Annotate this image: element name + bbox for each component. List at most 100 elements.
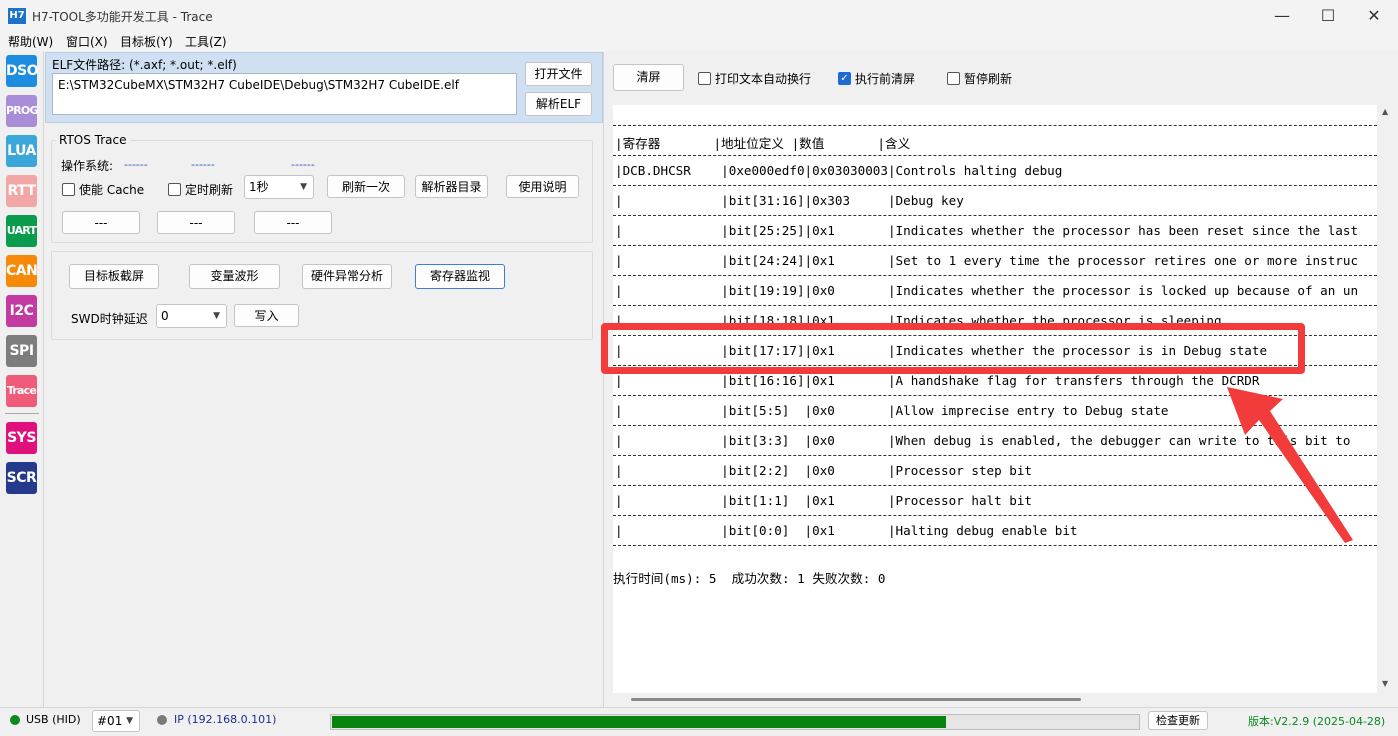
clear-screen-button[interactable]: 清屏 — [613, 64, 684, 91]
swd-delay-select[interactable]: 0 ▼ — [156, 304, 227, 328]
menu-window[interactable]: 窗口(X) — [66, 33, 108, 50]
horizontal-scrollbar[interactable] — [613, 693, 1377, 707]
highlight-annotation-box — [601, 323, 1305, 374]
window-title: H7-TOOL多功能开发工具 - Trace — [32, 10, 213, 24]
device-select[interactable]: #01 ▼ — [92, 710, 140, 732]
table-row: |DCB.DHCSR |0xe000edf0|0x03030003|Contro… — [615, 163, 1063, 178]
table-separator — [613, 215, 1377, 216]
table-row: | |bit[0:0] |0x1 |Halting debug enable b… — [615, 523, 1078, 538]
progress-bar — [330, 714, 1140, 730]
tool-prog[interactable]: PROG — [6, 95, 39, 127]
pause-refresh-label: 暂停刷新 — [964, 72, 1013, 86]
table-separator — [613, 275, 1377, 276]
menu-help[interactable]: 帮助(W) — [8, 33, 53, 50]
ip-status-dot — [157, 715, 167, 725]
minimize-button[interactable]: — — [1259, 0, 1305, 31]
os-value-3: ------ — [291, 158, 315, 171]
rtos-placeholder-button-1[interactable]: --- — [62, 211, 140, 234]
table-separator — [613, 125, 1377, 126]
scroll-down-icon[interactable]: ▼ — [1382, 679, 1388, 688]
device-value: #01 — [97, 714, 123, 728]
refresh-once-button[interactable]: 刷新一次 — [327, 175, 405, 198]
os-label: 操作系统: — [61, 159, 114, 173]
maximize-button[interactable]: ☐ — [1305, 0, 1351, 31]
checkbox-box — [62, 183, 75, 196]
parser-dir-button[interactable]: 解析器目录 — [415, 175, 488, 198]
timed-refresh-label: 定时刷新 — [185, 183, 234, 197]
chevron-down-icon: ▼ — [213, 311, 220, 321]
tool-divider — [5, 413, 39, 414]
version-label: 版本:V2.2.9 (2025-04-28) — [1248, 715, 1386, 728]
auto-wrap-label: 打印文本自动换行 — [715, 72, 812, 86]
title-bar: H7 H7-TOOL多功能开发工具 - Trace — ☐ ✕ — [0, 0, 1398, 31]
clear-before-exec-checkbox[interactable]: ✓ 执行前清屏 — [838, 70, 915, 87]
table-separator — [613, 245, 1377, 246]
table-header: |寄存器 |地址位定义 |数值 |含义 — [615, 136, 911, 151]
scrollbar-thumb[interactable] — [631, 698, 1081, 701]
write-button[interactable]: 写入 — [234, 304, 299, 327]
chevron-down-icon: ▼ — [300, 182, 307, 192]
variable-waveform-button[interactable]: 变量波形 — [189, 264, 280, 289]
enable-cache-label: 使能 Cache — [79, 183, 145, 197]
auto-wrap-checkbox[interactable]: 打印文本自动换行 — [698, 70, 811, 87]
table-separator — [613, 305, 1377, 306]
vertical-scrollbar[interactable]: ▲ ▼ — [1377, 105, 1398, 693]
tool-uart[interactable]: UART — [6, 215, 37, 247]
check-icon: ✓ — [838, 72, 851, 85]
tool-scr[interactable]: SCR — [6, 462, 37, 494]
table-row: | |bit[1:1] |0x1 |Processor halt bit — [615, 493, 1033, 508]
annotation-arrow-icon — [1227, 387, 1353, 543]
table-separator — [613, 185, 1377, 186]
check-update-button[interactable]: 检查更新 — [1148, 711, 1208, 730]
rtos-placeholder-button-2[interactable]: --- — [157, 211, 235, 234]
target-screenshot-button[interactable]: 目标板截屏 — [69, 264, 159, 289]
checkbox-box — [698, 72, 711, 85]
hardfault-analysis-button[interactable]: 硬件异常分析 — [302, 264, 392, 289]
table-separator — [613, 545, 1377, 546]
refresh-interval-select[interactable]: 1秒 ▼ — [244, 175, 314, 199]
open-file-button[interactable]: 打开文件 — [525, 62, 592, 86]
tool-can[interactable]: CAN — [6, 255, 38, 287]
tool-sys[interactable]: SYS — [6, 422, 37, 454]
parse-elf-button[interactable]: 解析ELF — [525, 92, 592, 116]
app-icon: H7 — [8, 8, 26, 24]
ip-status-label: IP (192.168.0.101) — [174, 713, 277, 726]
rtos-group-title: RTOS Trace — [56, 133, 130, 147]
table-row: | |bit[24:24]|0x1 |Set to 1 every time t… — [615, 253, 1359, 268]
tool-sidebar: DSO PROG LUA RTT UART CAN I2C SPI Trace … — [0, 51, 44, 707]
checkbox-box — [168, 183, 181, 196]
tool-trace[interactable]: Trace — [6, 375, 37, 407]
tool-dso[interactable]: DSO — [6, 55, 39, 87]
tool-spi[interactable]: SPI — [6, 335, 37, 367]
usb-status-label: USB (HID) — [26, 713, 81, 726]
progress-fill — [332, 716, 947, 728]
tool-rtt[interactable]: RTT — [6, 175, 37, 207]
table-row: | |bit[5:5] |0x0 |Allow imprecise entry … — [615, 403, 1169, 418]
refresh-interval-value: 1秒 — [249, 180, 269, 194]
table-row: | |bit[16:16]|0x1 |A handshake flag for … — [615, 373, 1260, 388]
close-button[interactable]: ✕ — [1351, 0, 1397, 31]
os-value-2: ------ — [191, 158, 215, 171]
chevron-down-icon: ▼ — [126, 716, 133, 726]
enable-cache-checkbox[interactable]: 使能 Cache — [62, 181, 144, 198]
help-button[interactable]: 使用说明 — [506, 175, 579, 198]
table-row: | |bit[2:2] |0x0 |Processor step bit — [615, 463, 1033, 478]
elf-path-field[interactable]: E:\STM32CubeMX\STM32H7 CubeIDE\Debug\STM… — [52, 73, 517, 115]
menu-tools[interactable]: 工具(Z) — [185, 33, 227, 50]
table-row: | |bit[31:16]|0x303 |Debug key — [615, 193, 964, 208]
table-separator — [613, 155, 1377, 156]
menu-target[interactable]: 目标板(Y) — [120, 33, 173, 50]
rtos-placeholder-button-3[interactable]: --- — [254, 211, 332, 234]
tool-i2c[interactable]: I2C — [6, 295, 37, 327]
table-row: | |bit[25:25]|0x1 |Indicates whether the… — [615, 223, 1359, 238]
usb-status-dot — [10, 715, 20, 725]
scroll-up-icon[interactable]: ▲ — [1382, 107, 1388, 116]
checkbox-box — [947, 72, 960, 85]
elf-path-label: ELF文件路径: (*.axf; *.out; *.elf) — [52, 58, 237, 72]
tool-lua[interactable]: LUA — [6, 135, 37, 167]
pause-refresh-checkbox[interactable]: 暂停刷新 — [947, 70, 1012, 87]
clear-before-exec-label: 执行前清屏 — [855, 72, 916, 86]
register-monitor-button[interactable]: 寄存器监视 — [415, 264, 505, 289]
timed-refresh-checkbox[interactable]: 定时刷新 — [168, 181, 233, 198]
swd-delay-label: SWD时钟延迟 — [71, 312, 148, 326]
